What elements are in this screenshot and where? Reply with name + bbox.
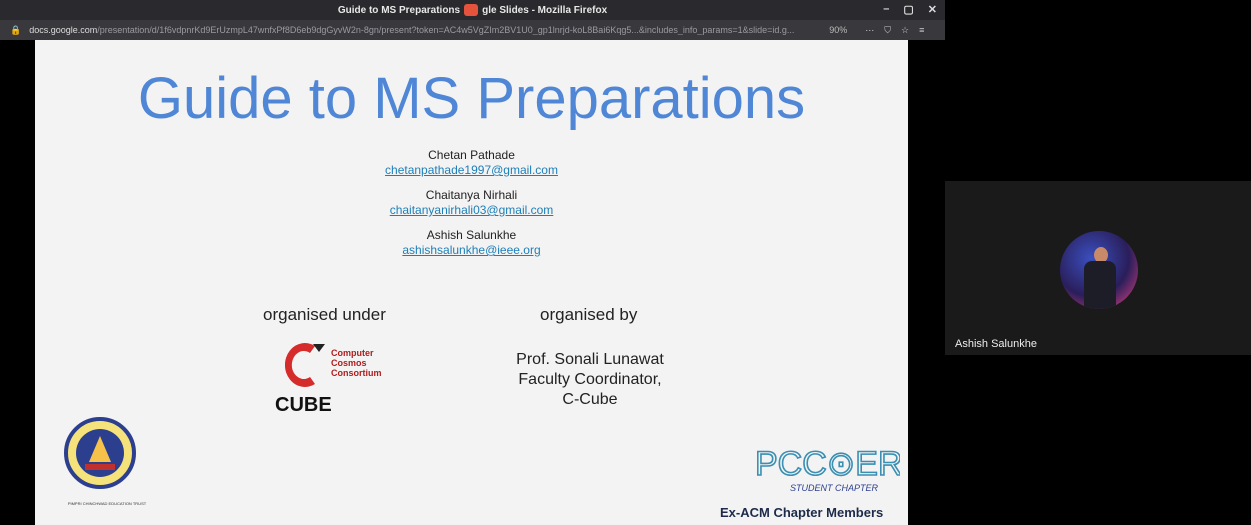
pict-caption: PIMPRI CHINCHWAD EDUCATION TRUST	[67, 501, 147, 506]
participant-video-tile[interactable]: Ashish Salunkhe	[945, 181, 1251, 355]
url-text[interactable]: docs.google.com/presentation/d/1f6vdpnrK…	[29, 25, 809, 35]
presentation-slide[interactable]: Guide to MS Preparations Chetan Pathade …	[35, 40, 908, 525]
lock-icon[interactable]: 🔒	[10, 25, 21, 36]
browser-title-bar: Guide to MS Preparations gle Slides - Mo…	[0, 0, 945, 20]
svg-text:PCC⊙ER: PCC⊙ER	[755, 445, 900, 483]
pccoer-subtitle: STUDENT CHAPTER	[790, 483, 879, 493]
slide-title: Guide to MS Preparations	[137, 66, 806, 131]
zoom-level[interactable]: 90%	[829, 25, 847, 35]
participant-name: Ashish Salunkhe	[955, 338, 1037, 350]
browser-toolbar: ⋯ ⛉ ☆ ≡	[865, 25, 924, 36]
pccoer-logo: PCC⊙ER STUDENT CHAPTER	[754, 444, 900, 493]
menu-icon[interactable]: ≡	[919, 25, 924, 36]
tab-favicon-icon	[464, 4, 479, 16]
presenter-list: Chetan Pathade chetanpathade1997@gmail.c…	[35, 148, 908, 268]
organised-by-label: organised by	[540, 305, 638, 324]
ccube-name: Computer Cosmos Consortium	[331, 348, 382, 378]
presenter-email-link[interactable]: chetanpathade1997@gmail.com	[35, 163, 908, 178]
ccube-logo: Computer Cosmos Consortium CUBE	[275, 340, 415, 420]
window-controls: – ▢ ✕	[883, 3, 937, 16]
maximize-button[interactable]: ▢	[903, 3, 913, 16]
pict-emblem-icon	[64, 417, 136, 489]
page-actions-icon[interactable]: ⋯	[865, 25, 874, 36]
presenter-name: Ashish Salunkhe	[426, 228, 517, 242]
bookmark-star-icon[interactable]: ☆	[901, 25, 909, 36]
coordinator-org: C-Cube	[562, 391, 618, 408]
ex-acm-label: Ex-ACM Chapter Members	[720, 505, 884, 520]
presenter-name: Chaitanya Nirhali	[425, 188, 518, 202]
presenter-item: Chetan Pathade chetanpathade1997@gmail.c…	[35, 148, 908, 178]
coordinator-role: Faculty Coordinator,	[518, 371, 662, 388]
organised-under-label: organised under	[263, 305, 386, 324]
coordinator-name: Prof. Sonali Lunawat	[516, 351, 664, 368]
presenter-item: Ashish Salunkhe ashishsalunkhe@ieee.org	[35, 228, 908, 258]
coordinator-block: Prof. Sonali Lunawat Faculty Coordinator…	[490, 350, 690, 410]
window-title: Guide to MS Preparations	[337, 4, 461, 16]
presenter-name: Chetan Pathade	[428, 148, 515, 162]
presenter-item: Chaitanya Nirhali chaitanyanirhali03@gma…	[35, 188, 908, 218]
participant-avatar	[1060, 231, 1138, 309]
pocket-icon[interactable]: ⛉	[884, 25, 891, 36]
presenter-email-link[interactable]: ashishsalunkhe@ieee.org	[35, 243, 908, 258]
window-title-suffix: gle Slides - Mozilla Firefox	[482, 4, 608, 16]
minimize-button[interactable]: –	[883, 3, 889, 16]
ccube-c-icon	[285, 343, 325, 387]
close-button[interactable]: ✕	[928, 3, 937, 16]
cube-label: CUBE	[275, 394, 332, 416]
presenter-email-link[interactable]: chaitanyanirhali03@gmail.com	[35, 203, 908, 218]
address-bar[interactable]: 🔒 docs.google.com/presentation/d/1f6vdpn…	[0, 20, 945, 40]
